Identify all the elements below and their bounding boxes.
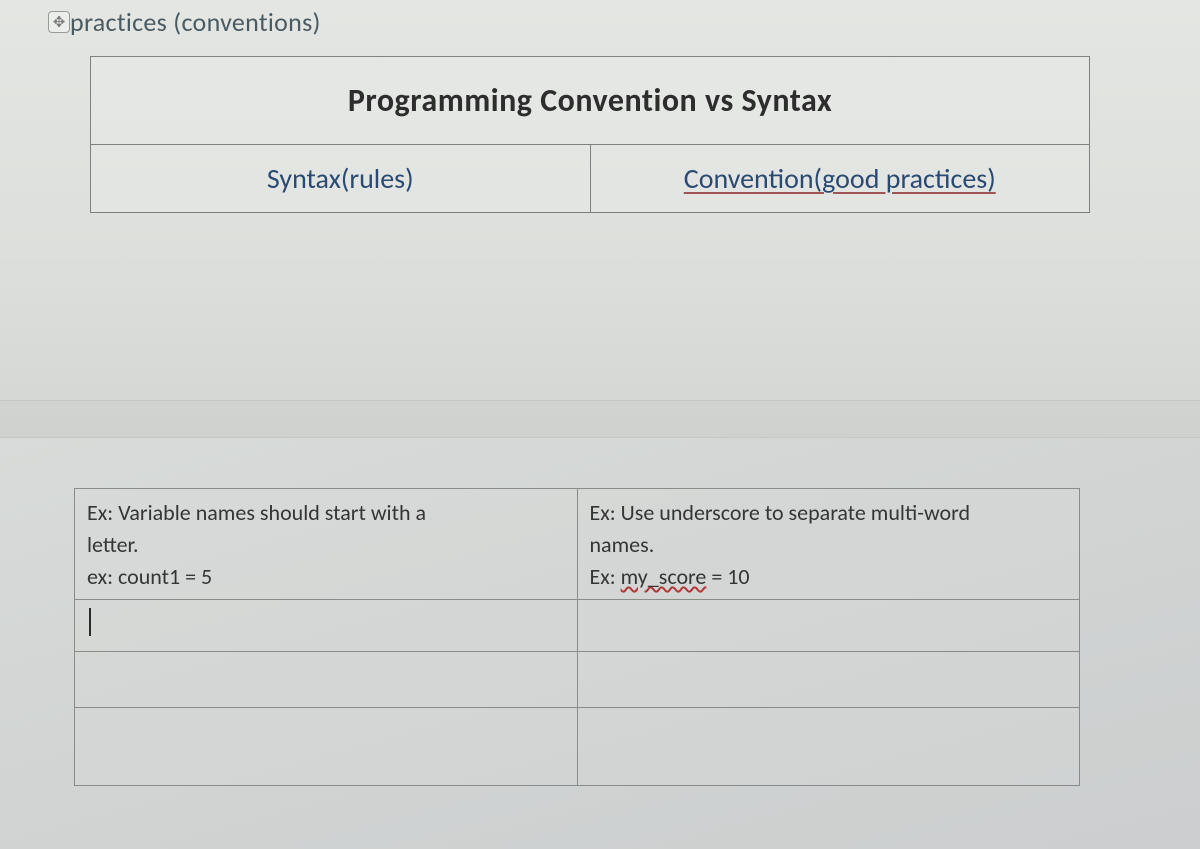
- syntax-ex-line3: ex: count1 = 5: [87, 561, 567, 593]
- table-title-text: Programming Convention vs Syntax: [348, 81, 832, 120]
- syntax-ex-line1: Ex: Variable names should start with a: [87, 497, 567, 529]
- cell-empty-r2c2[interactable]: [577, 599, 1080, 651]
- cell-empty-r4c1[interactable]: [75, 707, 578, 785]
- table-move-handle-icon[interactable]: ✥: [48, 11, 70, 33]
- col-header-syntax-text: Syntax(rules): [267, 161, 414, 196]
- top-text-fragment: ✥ practices (conventions): [48, 6, 321, 38]
- cell-convention-example[interactable]: Ex: Use underscore to separate multi-wor…: [577, 489, 1080, 600]
- comparison-table-header[interactable]: Programming Convention vs Syntax Syntax(…: [90, 56, 1090, 213]
- syntax-ex-line2: letter.: [87, 529, 567, 561]
- top-fragment-text: practices (conventions): [70, 6, 321, 38]
- examples-table[interactable]: Ex: Variable names should start with a l…: [74, 488, 1080, 786]
- cell-empty-r3c1[interactable]: [75, 651, 578, 707]
- col-header-convention-text: Convention(good practices): [684, 161, 996, 196]
- conv-ex-line3: Ex: my_score = 10: [590, 561, 1070, 593]
- col-header-syntax[interactable]: Syntax(rules): [91, 145, 591, 213]
- col-header-convention[interactable]: Convention(good practices): [590, 145, 1090, 213]
- conv-ex-line2: names.: [590, 529, 1070, 561]
- cell-cursor-left[interactable]: [75, 599, 578, 651]
- cell-empty-r3c2[interactable]: [577, 651, 1080, 707]
- table-title-cell[interactable]: Programming Convention vs Syntax: [91, 57, 1090, 145]
- document-divider-strip: [0, 400, 1200, 438]
- text-cursor-icon: [89, 608, 91, 636]
- cell-empty-r4c2[interactable]: [577, 707, 1080, 785]
- conv-ex-line1: Ex: Use underscore to separate multi-wor…: [590, 497, 1070, 529]
- cell-syntax-example[interactable]: Ex: Variable names should start with a l…: [75, 489, 578, 600]
